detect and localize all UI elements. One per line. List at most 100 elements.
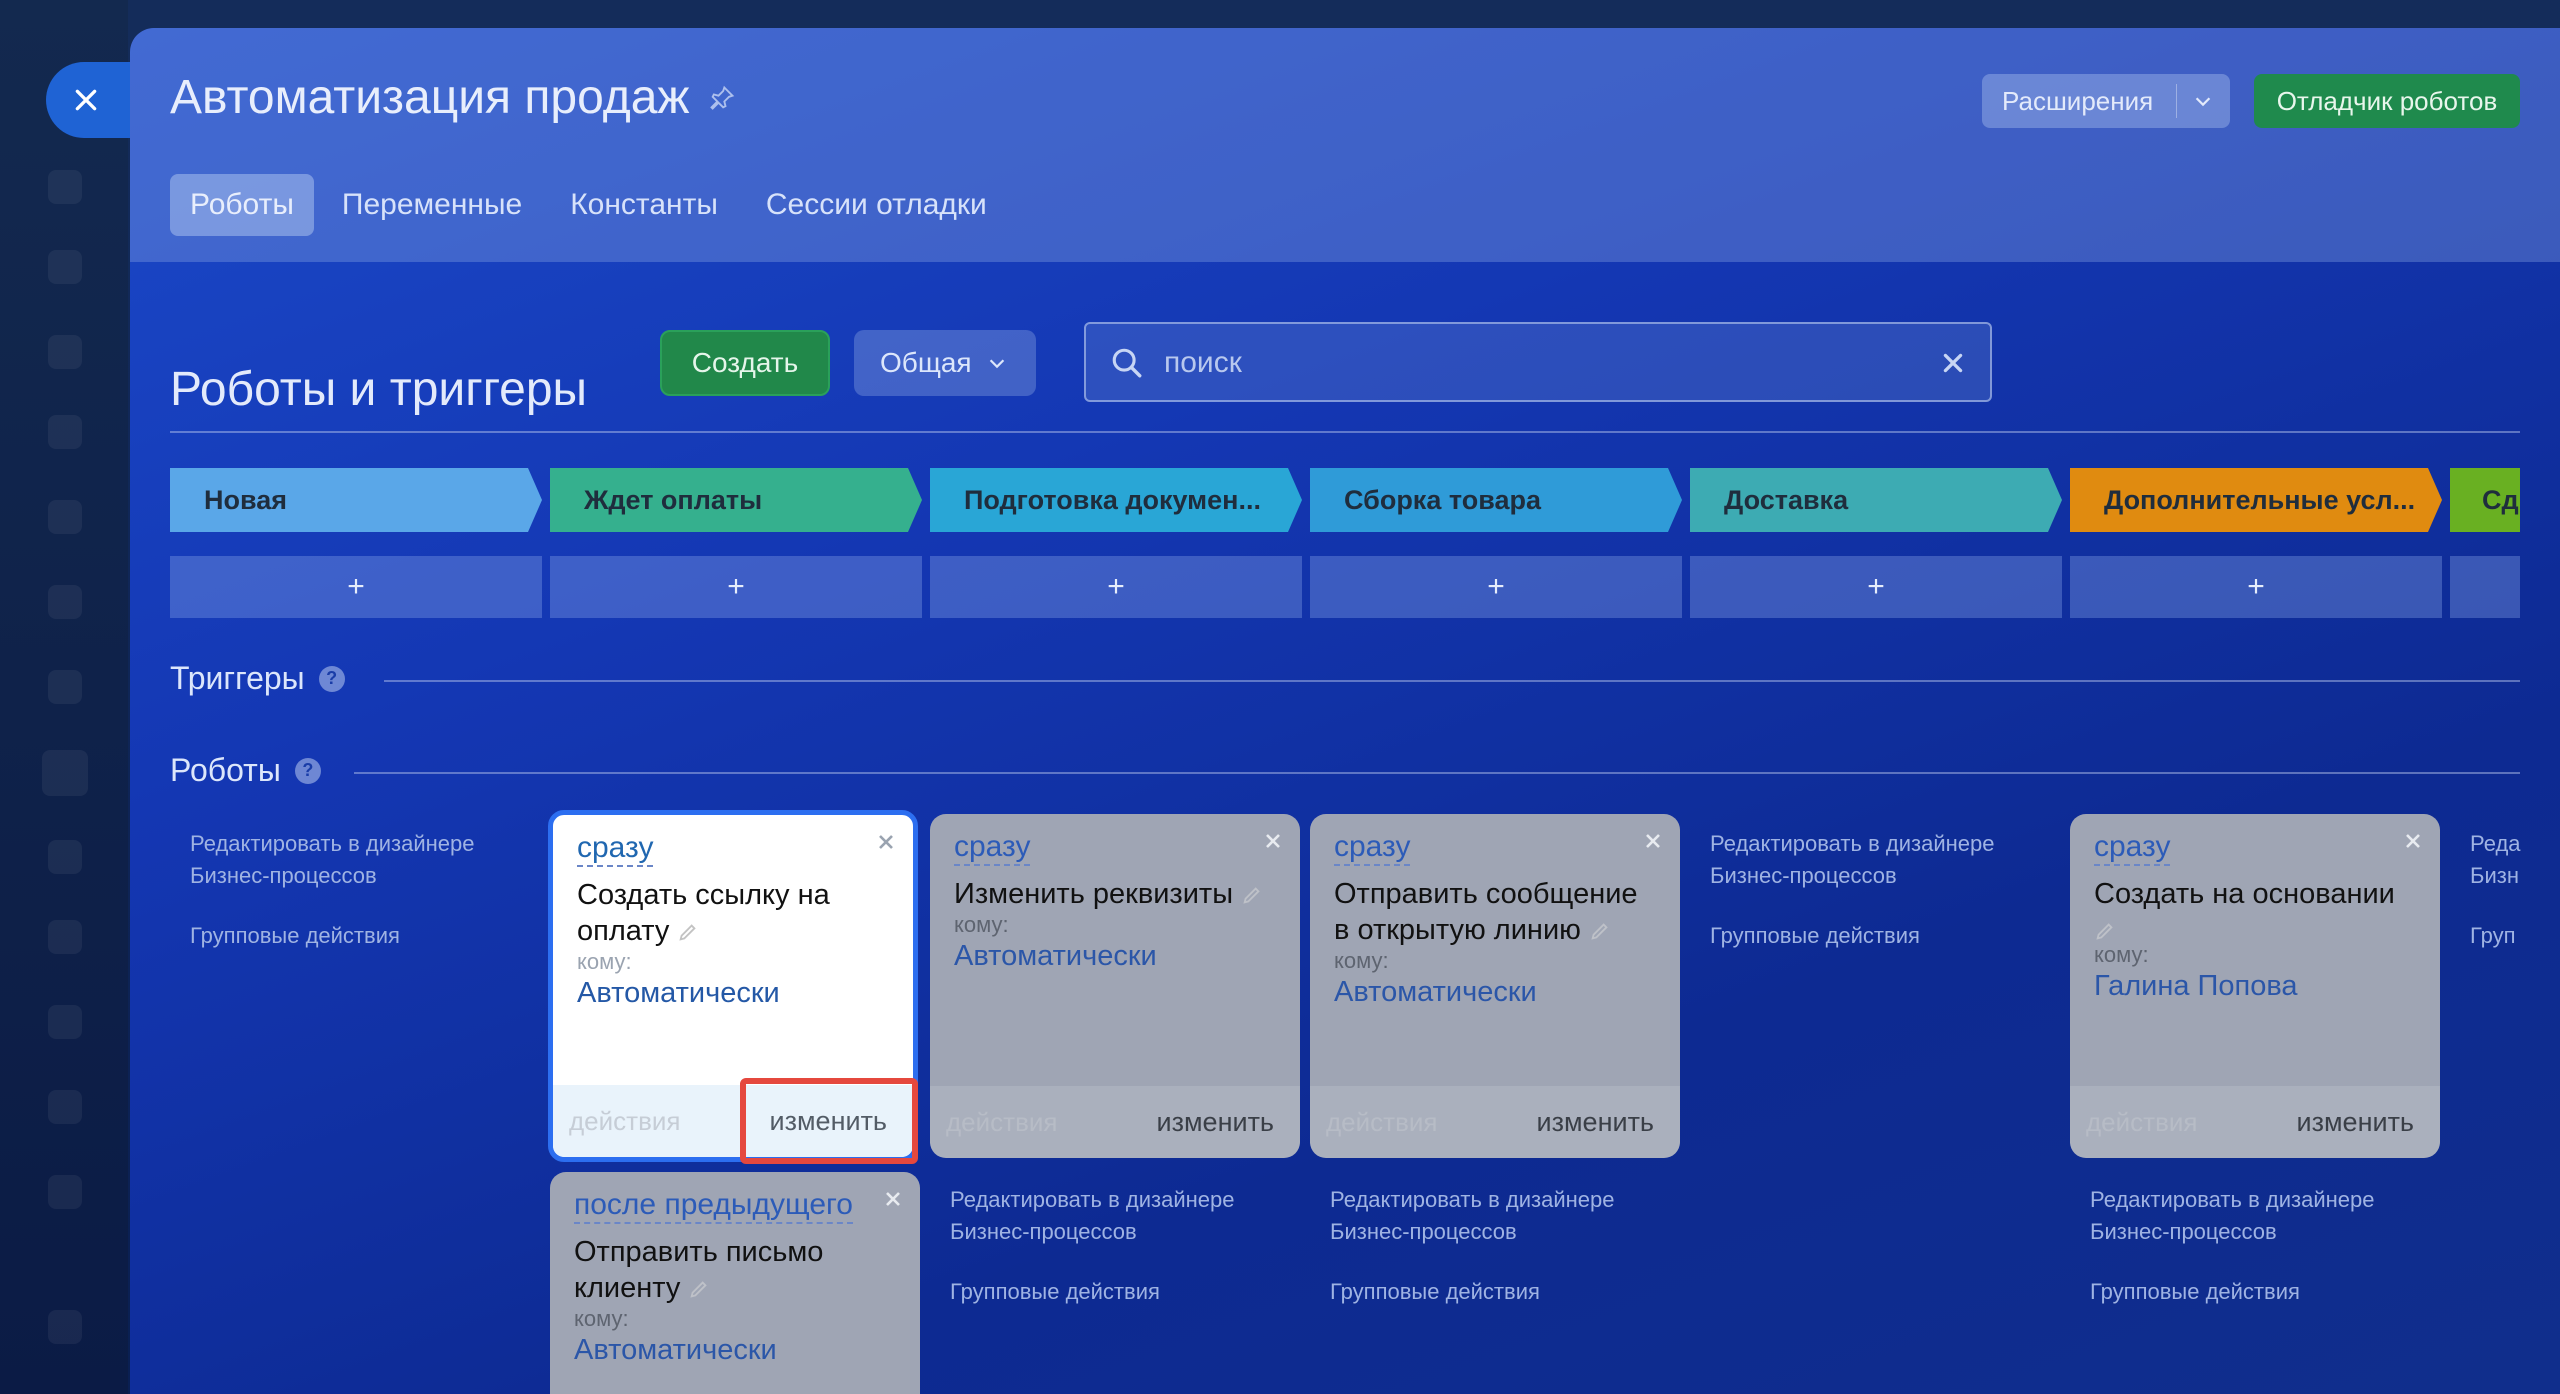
sidebar-icon[interactable] bbox=[48, 500, 82, 534]
group-actions-link[interactable]: Групповые действия bbox=[950, 1276, 1290, 1308]
actions-link[interactable]: действия bbox=[2086, 1107, 2197, 1138]
sidebar-icon[interactable] bbox=[48, 1090, 82, 1124]
edit-in-designer-link[interactable]: Реда Бизн bbox=[2470, 828, 2521, 892]
close-icon[interactable] bbox=[1264, 832, 1282, 850]
tab-debug-sessions[interactable]: Сессии отладки bbox=[746, 174, 1007, 236]
recipient-value[interactable]: Автоматически bbox=[574, 1334, 898, 1367]
group-actions-link[interactable]: Групповые действия bbox=[190, 920, 510, 952]
edit-robot-button[interactable]: изменить bbox=[2297, 1107, 2414, 1138]
stage-awaiting-payment[interactable]: Ждет оплаты bbox=[550, 468, 922, 532]
robots-label: Роботы bbox=[170, 752, 281, 788]
robot-card[interactable]: сразу Отправить сообщение в открытую лин… bbox=[1310, 814, 1680, 1158]
tab-robots[interactable]: Роботы bbox=[170, 174, 314, 236]
add-robot-button[interactable]: + bbox=[550, 556, 922, 618]
close-slider-button[interactable] bbox=[46, 62, 136, 138]
sidebar-icon[interactable] bbox=[48, 1005, 82, 1039]
robot-name: Создать ссылку на оплату bbox=[577, 877, 891, 949]
group-actions-link[interactable]: Груп bbox=[2470, 920, 2530, 952]
robot-timing-link[interactable]: сразу bbox=[954, 830, 1031, 866]
create-button[interactable]: Создать bbox=[660, 330, 830, 396]
sidebar-icon[interactable] bbox=[48, 1175, 82, 1209]
toolbar-divider bbox=[170, 431, 2520, 433]
section-title: Роботы и триггеры bbox=[170, 363, 588, 416]
actions-link[interactable]: действия bbox=[569, 1106, 680, 1137]
sidebar-icon[interactable] bbox=[48, 250, 82, 284]
group-actions-link[interactable]: Групповые действия bbox=[2090, 1276, 2430, 1308]
extensions-button[interactable]: Расширения bbox=[1982, 74, 2230, 128]
edit-in-designer-link[interactable]: Редактировать в дизайнере Бизнес-процесс… bbox=[190, 828, 510, 892]
sidebar-icon[interactable] bbox=[48, 170, 82, 204]
recipient-value[interactable]: Автоматически bbox=[577, 977, 891, 1010]
recipient-value[interactable]: Галина Попова bbox=[2094, 970, 2418, 1003]
pencil-icon[interactable] bbox=[688, 1278, 710, 1300]
robot-timing-link[interactable]: сразу bbox=[577, 831, 654, 867]
close-icon[interactable] bbox=[1644, 832, 1662, 850]
help-icon[interactable]: ? bbox=[294, 757, 321, 784]
help-icon[interactable]: ? bbox=[318, 665, 345, 692]
clear-search-icon[interactable] bbox=[1940, 350, 1966, 376]
robot-name: Создать на основании bbox=[2094, 876, 2418, 948]
pencil-icon[interactable] bbox=[2094, 920, 2116, 942]
add-robot-button[interactable]: + bbox=[1310, 556, 1682, 618]
recipient-value[interactable]: Автоматически bbox=[1334, 976, 1658, 1009]
robot-card[interactable]: после предыдущего Отправить письмо клиен… bbox=[550, 1172, 920, 1394]
stage-deal[interactable]: Сд bbox=[2450, 468, 2520, 532]
sidebar-icon[interactable] bbox=[42, 750, 88, 796]
actions-link[interactable]: действия bbox=[946, 1107, 1057, 1138]
pencil-icon[interactable] bbox=[1589, 920, 1611, 942]
view-select[interactable]: Общая bbox=[854, 330, 1036, 396]
stage-delivery[interactable]: Доставка bbox=[1690, 468, 2062, 532]
edit-robot-button[interactable]: изменить bbox=[1537, 1107, 1654, 1138]
add-robot-button[interactable]: + bbox=[930, 556, 1302, 618]
sidebar-icon[interactable] bbox=[48, 670, 82, 704]
robot-timing-link[interactable]: сразу bbox=[2094, 830, 2171, 866]
robot-timing-link[interactable]: сразу bbox=[1334, 830, 1411, 866]
search-input[interactable] bbox=[1164, 338, 1924, 388]
edit-in-designer-link[interactable]: Редактировать в дизайнере Бизнес-процесс… bbox=[1330, 1184, 1670, 1248]
robot-card[interactable]: сразу Создать на основании кому: Галина … bbox=[2070, 814, 2440, 1158]
group-actions-link[interactable]: Групповые действия bbox=[1710, 920, 2030, 952]
add-robot-button[interactable]: + bbox=[1690, 556, 2062, 618]
group-actions-link[interactable]: Групповые действия bbox=[1330, 1276, 1670, 1308]
tab-variables[interactable]: Переменные bbox=[322, 174, 542, 236]
recipient-label: кому: bbox=[574, 1306, 629, 1331]
edit-in-designer-link[interactable]: Редактировать в дизайнере Бизнес-процесс… bbox=[2090, 1184, 2430, 1248]
add-robot-button[interactable]: + bbox=[2070, 556, 2442, 618]
recipient-value[interactable]: Автоматически bbox=[954, 940, 1278, 973]
sidebar-icon[interactable] bbox=[48, 920, 82, 954]
edit-in-designer-link[interactable]: Редактировать в дизайнере Бизнес-процесс… bbox=[1710, 828, 2030, 892]
card-footer: действия изменить bbox=[2070, 1086, 2440, 1158]
chevron-down-icon[interactable] bbox=[2192, 90, 2214, 112]
close-icon[interactable] bbox=[884, 1190, 902, 1208]
sidebar-icon[interactable] bbox=[48, 415, 82, 449]
add-robot-button[interactable]: + bbox=[170, 556, 542, 618]
triggers-divider bbox=[384, 680, 2520, 682]
add-robot-button[interactable] bbox=[2450, 556, 2520, 618]
close-icon[interactable] bbox=[877, 833, 895, 851]
card-footer: действия изменить bbox=[930, 1086, 1300, 1158]
close-icon[interactable] bbox=[2404, 832, 2422, 850]
pin-icon[interactable] bbox=[708, 84, 736, 112]
tab-constants[interactable]: Константы bbox=[550, 174, 738, 236]
search-box bbox=[1084, 322, 1992, 402]
edit-robot-button[interactable]: изменить bbox=[1157, 1107, 1274, 1138]
pencil-icon[interactable] bbox=[677, 921, 699, 943]
sidebar-icon[interactable] bbox=[48, 840, 82, 874]
robot-debugger-button[interactable]: Отладчик роботов bbox=[2254, 74, 2520, 128]
robot-card[interactable]: сразу Изменить реквизиты кому: Автоматич… bbox=[930, 814, 1300, 1158]
sidebar-icon[interactable] bbox=[48, 335, 82, 369]
sidebar-icon[interactable] bbox=[48, 585, 82, 619]
pencil-icon[interactable] bbox=[1241, 884, 1263, 906]
edit-in-designer-link[interactable]: Редактировать в дизайнере Бизнес-процесс… bbox=[950, 1184, 1290, 1248]
column-links: Редактировать в дизайнере Бизнес-процесс… bbox=[190, 828, 510, 952]
stage-preparing-documents[interactable]: Подготовка докумен... bbox=[930, 468, 1302, 532]
stage-assembly[interactable]: Сборка товара bbox=[1310, 468, 1682, 532]
sidebar-icon[interactable] bbox=[48, 1310, 82, 1344]
robot-timing-link[interactable]: после предыдущего bbox=[574, 1188, 853, 1224]
stage-row: Новая Ждет оплаты Подготовка докумен... … bbox=[170, 468, 2520, 532]
actions-link[interactable]: действия bbox=[1326, 1107, 1437, 1138]
card-footer: действия изменить bbox=[1310, 1086, 1680, 1158]
stage-additional[interactable]: Дополнительные усл... bbox=[2070, 468, 2442, 532]
stage-new[interactable]: Новая bbox=[170, 468, 542, 532]
column-links: Редактировать в дизайнере Бизнес-процесс… bbox=[2090, 1184, 2430, 1308]
